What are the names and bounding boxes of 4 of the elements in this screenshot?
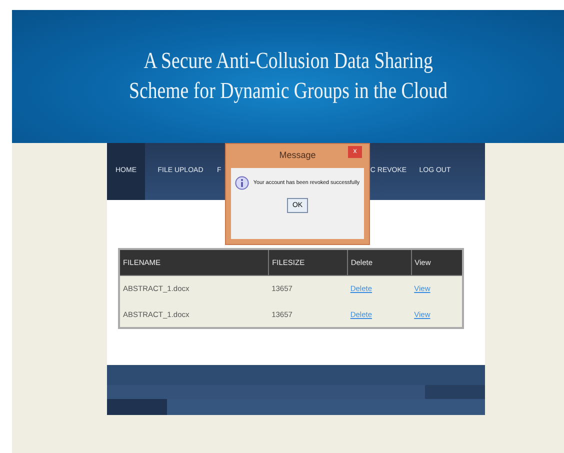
dialog-title: Message [279, 149, 316, 162]
banner-title: Scheme for Dynamic Groups in the Cloud [128, 77, 448, 105]
banner-title: A Secure Anti-Collusion Data Sharing [143, 47, 433, 75]
info-icon [235, 176, 250, 190]
